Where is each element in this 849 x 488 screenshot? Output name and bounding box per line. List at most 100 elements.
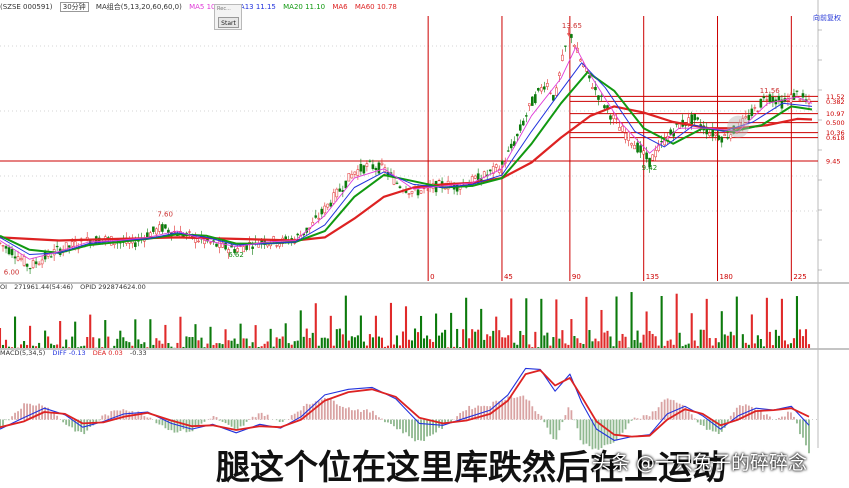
- candle: [324, 206, 326, 213]
- candle: [567, 34, 569, 35]
- candle: [688, 118, 690, 124]
- candle: [318, 218, 320, 219]
- volume-bar: [360, 316, 362, 348]
- volume-bar: [258, 347, 260, 348]
- candle: [372, 165, 374, 169]
- candle: [345, 181, 347, 188]
- volume-bar: [673, 345, 675, 348]
- volume-bar: [715, 338, 717, 348]
- volume-bar: [513, 343, 515, 348]
- volume-bar: [11, 347, 13, 348]
- volume-bar: [140, 344, 142, 348]
- candle: [618, 127, 620, 130]
- volume-bar: [567, 345, 569, 348]
- macd-bar: [294, 414, 296, 420]
- volume-bar: [80, 346, 82, 348]
- macd-value: -0.33: [130, 349, 147, 357]
- macd-bar: [26, 404, 28, 420]
- macd-bar: [38, 404, 40, 420]
- volume-bar: [65, 340, 67, 348]
- candle: [570, 34, 572, 37]
- macd-bar: [586, 420, 588, 444]
- volume-bar: [137, 339, 139, 348]
- macd-bar: [649, 416, 651, 419]
- volume-bar: [104, 320, 106, 348]
- volume-bar: [676, 294, 678, 348]
- ma20-label: MA20 11.10: [283, 3, 325, 11]
- volume-bar: [240, 324, 242, 348]
- candle: [579, 60, 581, 61]
- volume-bar: [766, 298, 768, 348]
- volume-bar: [225, 329, 227, 348]
- macd-bar: [336, 404, 338, 419]
- macd-bar: [574, 420, 576, 421]
- volume-bar: [56, 345, 58, 348]
- candle: [396, 183, 398, 184]
- macd-bar: [498, 401, 500, 419]
- candle: [561, 55, 563, 60]
- candle: [167, 230, 169, 233]
- volume-bar: [624, 337, 626, 348]
- volume-bar: [324, 338, 326, 348]
- candle: [510, 144, 512, 148]
- macd-bar: [513, 398, 515, 420]
- macd-bar: [405, 420, 407, 433]
- macd-bar: [360, 412, 362, 420]
- volume-bar: [390, 303, 392, 348]
- volume-bar: [697, 346, 699, 348]
- macd-bar: [540, 416, 542, 420]
- volume-bar: [255, 325, 257, 348]
- period-label[interactable]: 30分钟: [60, 2, 89, 12]
- macd-bar: [65, 420, 67, 425]
- macd-bar: [20, 409, 22, 420]
- candle: [646, 153, 648, 159]
- volume-bar: [71, 337, 73, 348]
- candle: [621, 126, 623, 131]
- candle: [555, 88, 557, 96]
- volume-bar: [182, 347, 184, 348]
- volume-bar: [594, 339, 596, 348]
- volume-bar: [32, 346, 34, 348]
- candle: [209, 243, 211, 244]
- volume-bar: [555, 299, 557, 348]
- candle: [315, 216, 317, 218]
- volume-header: OI 271961.44(54:46) OPID 292874624.00: [0, 283, 151, 291]
- volume-bar: [179, 317, 181, 348]
- volume-bar: [297, 341, 299, 348]
- candle: [411, 191, 413, 193]
- volume-bar: [778, 336, 780, 348]
- volume-bar: [510, 298, 512, 348]
- volume-bar: [8, 347, 10, 348]
- ma6-label: MA6: [332, 3, 347, 11]
- volume-bar: [733, 335, 735, 348]
- candle: [501, 161, 503, 164]
- volume-bar: [631, 292, 633, 348]
- volume-bar: [664, 346, 666, 348]
- volume-bar: [570, 319, 572, 348]
- candle: [609, 116, 611, 120]
- candle: [631, 143, 633, 145]
- volume-bar: [152, 345, 154, 348]
- restore-button[interactable]: 向前复权: [813, 13, 841, 23]
- macd-bar: [264, 416, 266, 420]
- volume-bar: [597, 341, 599, 348]
- candle: [399, 187, 401, 188]
- volume-bar: [98, 338, 100, 348]
- volume-bar: [492, 331, 494, 348]
- start-button[interactable]: Start: [218, 17, 239, 28]
- volume-bar: [77, 347, 79, 348]
- candle: [333, 193, 335, 204]
- volume-bar: [246, 339, 248, 348]
- volume-bar: [59, 321, 61, 348]
- volume-bar: [276, 337, 278, 348]
- candle: [640, 146, 642, 153]
- volume-bar: [164, 325, 166, 348]
- volume-bar: [116, 339, 118, 348]
- macd-bar: [438, 420, 440, 428]
- candle: [26, 264, 28, 266]
- macd-bar: [769, 416, 771, 419]
- volume-bar: [480, 309, 482, 348]
- macd-bar: [204, 420, 206, 422]
- volume-bar: [234, 339, 236, 348]
- volume-bar: [588, 330, 590, 348]
